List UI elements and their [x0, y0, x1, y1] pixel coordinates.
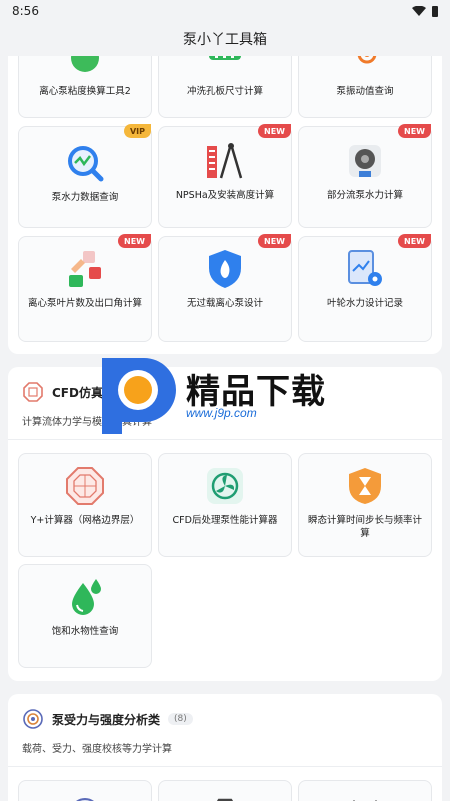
tool-tile-label: NPSHa及安装高度计算 [175, 190, 275, 201]
divider [8, 766, 442, 767]
divider [8, 439, 442, 440]
app-bar: 泵小丫工具箱 [0, 22, 450, 56]
tool-tile-label: 无过载离心泵设计 [186, 298, 263, 309]
target-icon [23, 709, 43, 729]
status-bar: 8:56 [0, 0, 450, 22]
search-chart-icon [65, 143, 105, 183]
tool-tile-label: 部分流泵水力计算 [326, 190, 403, 201]
tool-tile[interactable]: NEW 离心泵叶片数及出口角计算 [18, 234, 152, 342]
tool-tile[interactable]: NEW 叶轮水力设计记录 [298, 234, 432, 342]
section-description: 载荷、受力、强度校核等力学计算 [22, 744, 172, 755]
tool-tile[interactable] [298, 780, 432, 801]
fan-icon [205, 466, 245, 506]
viscosity-icon [65, 56, 105, 81]
tool-tile[interactable]: NEW NPSHa及安装高度计算 [158, 124, 292, 228]
tool-tile-label: CFD后处理泵性能计算器 [172, 515, 278, 526]
tool-tile[interactable]: 饱和水物性查询 [18, 564, 152, 668]
tool-tile[interactable]: Y+计算器（网格边界层） [18, 453, 152, 557]
vip-badge: VIP [123, 124, 151, 138]
new-badge: NEW [258, 234, 291, 248]
tool-tile-label: 瞬态计算时间步长与频率计算 [307, 515, 422, 539]
orifice-plate-icon [205, 56, 245, 81]
status-icons [412, 5, 438, 17]
brand-logo-icon [102, 358, 176, 434]
tool-tile[interactable]: 冲洗孔板尺寸计算 [158, 56, 292, 118]
section-card-force: 泵受力与强度分析类 (8) 载荷、受力、强度校核等力学计算 [8, 694, 442, 801]
battery-icon [432, 5, 438, 17]
checklist-hand-icon [65, 249, 105, 289]
new-badge: NEW [258, 124, 291, 138]
new-badge: NEW [398, 234, 431, 248]
document-gear-icon [345, 249, 385, 289]
tool-tile-label: 叶轮水力设计记录 [326, 298, 403, 309]
watermark-url: www.j9p.com [186, 406, 257, 420]
section-header: 泵受力与强度分析类 (8) [22, 708, 193, 730]
octagon-mesh-icon [65, 466, 105, 506]
hourglass-shield-icon [345, 466, 385, 506]
page-title: 泵小丫工具箱 [183, 32, 267, 48]
watermark-logo: 精品下载 www.j9p.com [88, 354, 358, 434]
mesh-icon [23, 382, 43, 402]
tool-tile-label: 冲洗孔板尺寸计算 [186, 86, 263, 97]
tool-tile-label: 离心泵粘度换算工具2 [39, 86, 131, 97]
tool-tile[interactable] [18, 780, 152, 801]
section-card-pump-tools: 离心泵粘度换算工具2 冲洗孔板尺寸计算 泵振动值查询 VIP 泵水力数据查询 N… [8, 56, 442, 354]
vibration-icon [345, 56, 385, 81]
tool-tile[interactable]: 离心泵粘度换算工具2 [18, 56, 152, 118]
wifi-icon [412, 6, 426, 16]
tool-tile[interactable]: CFD后处理泵性能计算器 [158, 453, 292, 557]
tool-tile[interactable]: 瞬态计算时间步长与频率计算 [298, 453, 432, 557]
tool-tile[interactable]: 泵振动值查询 [298, 56, 432, 118]
ruler-compass-icon [205, 141, 245, 181]
tool-tile[interactable]: NEW 无过载离心泵设计 [158, 234, 292, 342]
tool-tile-label: 泵水力数据查询 [51, 192, 119, 203]
tool-tile-label: 离心泵叶片数及出口角计算 [27, 298, 142, 309]
bolt-icon [205, 791, 245, 801]
new-badge: NEW [398, 124, 431, 138]
section-count: (8) [168, 713, 193, 725]
status-time: 8:56 [12, 4, 39, 18]
wrench-icon [345, 791, 385, 801]
tool-tile-label: 饱和水物性查询 [51, 626, 119, 637]
gauge-icon [65, 791, 105, 801]
pump-icon [345, 141, 385, 181]
new-badge: NEW [118, 234, 151, 248]
water-drop-icon [65, 577, 105, 617]
shield-fire-icon [205, 249, 245, 289]
tool-tile-label: 泵振动值查询 [336, 86, 394, 97]
tool-tile[interactable]: NEW 部分流泵水力计算 [298, 124, 432, 228]
section-title: 泵受力与强度分析类 [52, 712, 161, 727]
tool-tile[interactable]: VIP 泵水力数据查询 [18, 124, 152, 228]
tool-tile-label: Y+计算器（网格边界层） [30, 515, 140, 526]
tool-tile[interactable] [158, 780, 292, 801]
